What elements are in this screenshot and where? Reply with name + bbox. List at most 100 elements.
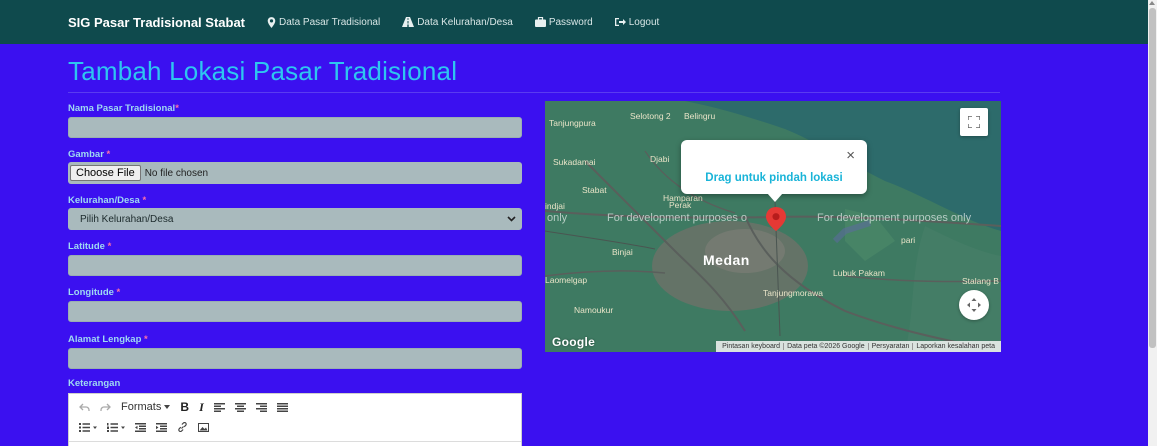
image-icon (198, 422, 209, 432)
nav-data-kelurahan[interactable]: Data Kelurahan/Desa (402, 17, 513, 28)
latitude-input[interactable] (68, 255, 522, 276)
align-center-icon (234, 402, 246, 412)
indent-icon (156, 422, 167, 432)
map-label-medan: Medan (703, 252, 750, 268)
alamat-input[interactable] (68, 348, 522, 369)
longitude-label: Longitude * (68, 287, 120, 298)
gambar-file-input[interactable]: Choose File No file chosen (68, 162, 522, 184)
link-button[interactable] (177, 422, 188, 432)
fullscreen-button[interactable] (960, 108, 988, 136)
editor-toolbar-row-2 (69, 417, 521, 437)
map-label-stalang: Stalang B (962, 276, 999, 286)
dev-watermark-left: only (547, 212, 568, 224)
redo-button[interactable] (100, 403, 111, 412)
nav-data-pasar[interactable]: Data Pasar Tradisional (267, 17, 380, 28)
align-left-button[interactable] (213, 402, 225, 412)
map-marker-icon (267, 16, 276, 28)
align-justify-icon (276, 402, 288, 412)
outdent-icon (135, 422, 146, 432)
gambar-label: Gambar * (68, 149, 110, 160)
numbered-list-button[interactable] (107, 422, 125, 432)
required-mark: * (144, 334, 148, 345)
italic-button[interactable]: I (199, 400, 204, 415)
nav-data-pasar-label: Data Pasar Tradisional (279, 16, 381, 28)
gambar-label-text: Gambar (68, 149, 104, 160)
logout-icon (614, 18, 626, 26)
map-label-sukadamai: Sukadamai (553, 157, 596, 167)
kelurahan-selected-value: Pilih Kelurahan/Desa (80, 213, 174, 225)
bold-button[interactable]: B (180, 400, 189, 414)
page-scrollbar[interactable] (1148, 0, 1157, 446)
align-right-button[interactable] (255, 402, 267, 412)
required-mark: * (107, 241, 112, 252)
top-navbar: SIG Pasar Tradisional Stabat Data Pasar … (0, 0, 1148, 44)
map-label-laomelgap: Laomelgap (545, 275, 588, 285)
map-label-djabi: Djabi (650, 154, 670, 164)
formats-label: Formats (121, 401, 162, 413)
outdent-button[interactable] (135, 422, 146, 432)
kelurahan-label: Kelurahan/Desa * (68, 195, 146, 206)
map-label-tanjungpura: Tanjungpura (549, 118, 596, 128)
title-divider (68, 92, 1000, 93)
align-center-button[interactable] (234, 402, 246, 412)
dev-watermark-middle: For development purposes o (607, 212, 748, 224)
map-label-binjai: Binjai (612, 247, 633, 257)
nav-logout-label: Logout (628, 16, 660, 28)
location-marker-icon[interactable] (765, 207, 787, 231)
map-pan-control[interactable] (959, 290, 989, 320)
numbered-list-icon (107, 422, 125, 432)
map-label-namoukur: Namoukur (574, 305, 614, 315)
keyboard-shortcuts-link[interactable]: Pintasan keyboard (719, 343, 785, 350)
terms-link[interactable]: Persyaratan (869, 343, 914, 350)
dev-watermark-right: For development purposes only (817, 212, 972, 224)
longitude-input[interactable] (68, 301, 522, 322)
alamat-label-text: Alamat Lengkap (68, 334, 142, 345)
align-justify-button[interactable] (276, 402, 288, 412)
align-left-icon (213, 402, 225, 412)
choose-file-button[interactable]: Choose File (70, 165, 141, 181)
keterangan-editor[interactable]: Formats B I (68, 393, 522, 446)
nav-password-label: Password (548, 16, 593, 28)
editor-toolbar-row-1: Formats B I (69, 397, 521, 417)
scroll-up-icon[interactable] (1149, 1, 1155, 5)
required-mark: * (106, 149, 111, 160)
undo-button[interactable] (79, 403, 90, 412)
align-right-icon (255, 402, 267, 412)
nav-logout[interactable]: Logout (614, 16, 660, 28)
kelurahan-select[interactable]: Pilih Kelurahan/Desa (68, 208, 522, 230)
latitude-label: Latitude * (68, 241, 111, 252)
image-button[interactable] (198, 422, 209, 432)
nama-pasar-label: Nama Pasar Tradisional* (68, 103, 179, 114)
location-map[interactable]: Selotong 2 Belingru Tanjungpura Sukadama… (545, 101, 1001, 352)
chevron-down-icon (507, 216, 516, 222)
required-mark: * (142, 195, 147, 206)
required-mark: * (175, 103, 179, 114)
scrollbar-thumb[interactable] (1149, 8, 1156, 348)
map-label-indjai: indjai (545, 201, 565, 211)
map-label-lubukpakam: Lubuk Pakam (833, 268, 885, 278)
redo-icon (100, 403, 111, 411)
map-label-selotong: Selotong 2 (630, 111, 671, 121)
formats-dropdown[interactable]: Formats (121, 401, 171, 413)
road-icon (402, 17, 415, 27)
close-icon[interactable]: × (846, 147, 855, 164)
brand-link[interactable]: SIG Pasar Tradisional Stabat (68, 15, 245, 30)
keterangan-label: Keterangan (68, 378, 121, 389)
marker-info-popup: × Drag untuk pindah lokasi (681, 140, 867, 194)
popup-pointer (767, 193, 783, 202)
bullet-list-button[interactable] (79, 422, 97, 432)
google-logo: Google (552, 335, 596, 349)
report-error-link[interactable]: Laporkan kesalahan peta (913, 343, 998, 350)
nama-pasar-label-text: Nama Pasar Tradisional (68, 103, 176, 114)
nav-password[interactable]: Password (534, 16, 593, 28)
briefcase-icon (534, 17, 546, 27)
bullet-list-icon (79, 422, 97, 432)
map-label-belingru: Belingru (684, 111, 716, 121)
indent-button[interactable] (156, 422, 167, 432)
nama-pasar-input[interactable] (68, 117, 522, 138)
map-data-text: Data peta ©2026 Google (784, 343, 869, 350)
undo-icon (79, 403, 90, 411)
caret-down-icon (164, 405, 171, 409)
fullscreen-icon (968, 116, 980, 128)
editor-divider (69, 441, 521, 442)
